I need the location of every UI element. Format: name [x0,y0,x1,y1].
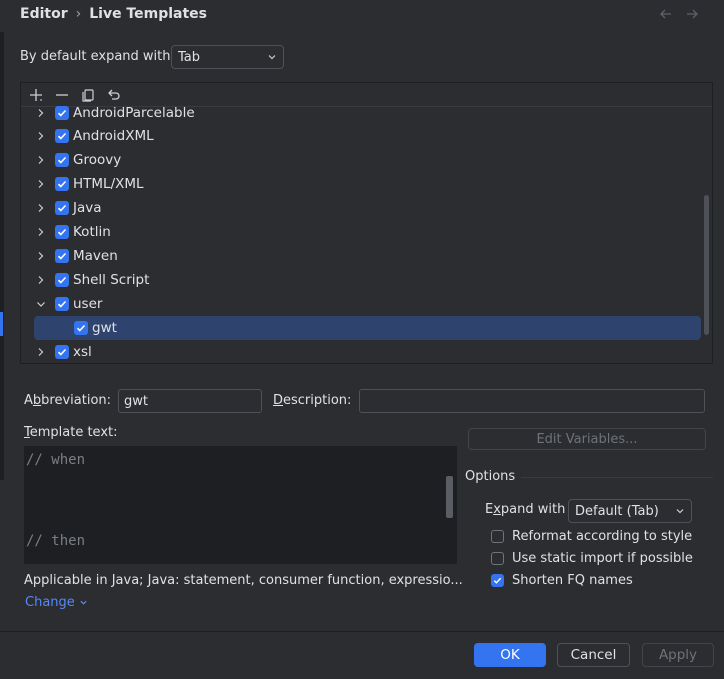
chevron-right-icon[interactable] [35,226,47,238]
tree-item-label: AndroidParcelable [73,105,195,121]
shorten-fq-label: Shorten FQ names [512,573,633,588]
reformat-checkbox[interactable] [491,530,504,543]
checkbox-checked[interactable] [55,177,69,191]
checkbox-checked[interactable] [55,201,69,215]
breadcrumb-parent[interactable]: Editor [20,6,68,22]
tree-item-label: xsl [73,344,92,360]
back-arrow-icon[interactable] [658,6,674,22]
chevron-down-icon [675,506,685,516]
tree-row-xsl[interactable]: xsl [21,340,712,363]
reformat-label: Reformat according to style [512,529,693,544]
chevron-right-icon[interactable] [35,107,47,119]
abbreviation-label: Abbreviation: [24,393,112,408]
chevron-right-icon[interactable] [35,130,47,142]
tree-item-label: HTML/XML [73,176,144,192]
template-line: // when [26,452,86,468]
template-text-editor[interactable]: // when // then [24,446,457,564]
chevron-down-icon[interactable] [35,298,47,310]
tree-item-label: AndroidXML [73,128,154,144]
chevron-right-icon[interactable] [35,178,47,190]
checkbox-checked[interactable] [55,345,69,359]
options-title: Options [465,469,516,484]
tree-item-label: Shell Script [73,272,150,288]
options-divider [521,477,713,478]
chevron-right-icon[interactable] [35,202,47,214]
tree-row-androidparcelable[interactable]: AndroidParcelable [21,101,712,125]
tree-item-label: Groovy [73,152,122,168]
template-text-label: Template text: [24,425,118,440]
breadcrumb-current: Live Templates [89,6,207,22]
checkbox-checked[interactable] [55,153,69,167]
cancel-button[interactable]: Cancel [557,643,630,667]
tree-item-label: Java [73,200,102,216]
checkbox-checked[interactable] [55,225,69,239]
checkbox-checked[interactable] [55,129,69,143]
description-label: Description: [273,393,352,408]
expand-default-value: Tab [178,49,201,65]
forward-arrow-icon[interactable] [684,6,700,22]
reformat-option[interactable]: Reformat according to style [491,529,692,544]
abbreviation-input[interactable] [118,389,262,413]
checkbox-checked[interactable] [74,321,88,335]
chevron-down-icon [79,598,88,607]
static-import-option[interactable]: Use static import if possible [491,551,693,566]
tree-scrollbar[interactable] [704,195,709,335]
expand-default-dropdown[interactable]: Tab [171,45,284,69]
tree-row-androidxml[interactable]: AndroidXML [21,124,712,148]
template-line: // then [26,533,86,549]
checkbox-checked[interactable] [55,273,69,287]
chevron-right-icon[interactable] [35,250,47,262]
description-input[interactable] [359,389,705,413]
ok-button[interactable]: OK [474,643,546,667]
checkbox-checked[interactable] [55,106,69,120]
static-import-label: Use static import if possible [512,551,693,566]
breadcrumb-separator: › [75,6,82,22]
tree-row-htmlxml[interactable]: HTML/XML [21,172,712,196]
chevron-right-icon[interactable] [35,154,47,166]
tree-row-user[interactable]: user [21,292,712,316]
left-gutter [0,32,4,480]
tree-row-shell-script[interactable]: Shell Script [21,268,712,292]
chevron-right-icon[interactable] [35,346,47,358]
applicable-contexts-text: Applicable in Java; Java: statement, con… [24,573,463,588]
tree-row-groovy[interactable]: Groovy [21,148,712,172]
checkbox-checked[interactable] [55,297,69,311]
tree-row-kotlin[interactable]: Kotlin [21,220,712,244]
change-label: Change [25,595,75,610]
tree-item-label: gwt [92,320,117,336]
shorten-fq-option[interactable]: Shorten FQ names [491,573,633,588]
template-scrollbar[interactable] [446,476,453,518]
expand-default-label: By default expand with [20,49,171,64]
checkbox-checked[interactable] [55,249,69,263]
shorten-fq-checkbox[interactable] [491,574,504,587]
edit-variables-button[interactable]: Edit Variables... [468,428,706,450]
expand-with-label: Expand with [485,502,566,517]
left-selection-marker [0,312,3,336]
expand-with-dropdown[interactable]: Default (Tab) [568,499,692,523]
tree-item-label: user [73,296,103,312]
breadcrumb: Editor › Live Templates [20,5,207,23]
expand-with-value: Default (Tab) [575,503,659,519]
change-context-link[interactable]: Change [25,595,88,610]
tree-row-java[interactable]: Java [21,196,712,220]
apply-button[interactable]: Apply [642,643,714,667]
tree-item-label: Kotlin [73,224,111,240]
chevron-right-icon[interactable] [35,274,47,286]
tree-row-gwt[interactable]: gwt [21,316,712,340]
template-tree-panel: AndroidParcelable AndroidXML Groovy HTML… [20,82,713,364]
chevron-down-icon [267,52,277,62]
tree-row-maven[interactable]: Maven [21,244,712,268]
static-import-checkbox[interactable] [491,552,504,565]
tree-item-label: Maven [73,248,118,264]
